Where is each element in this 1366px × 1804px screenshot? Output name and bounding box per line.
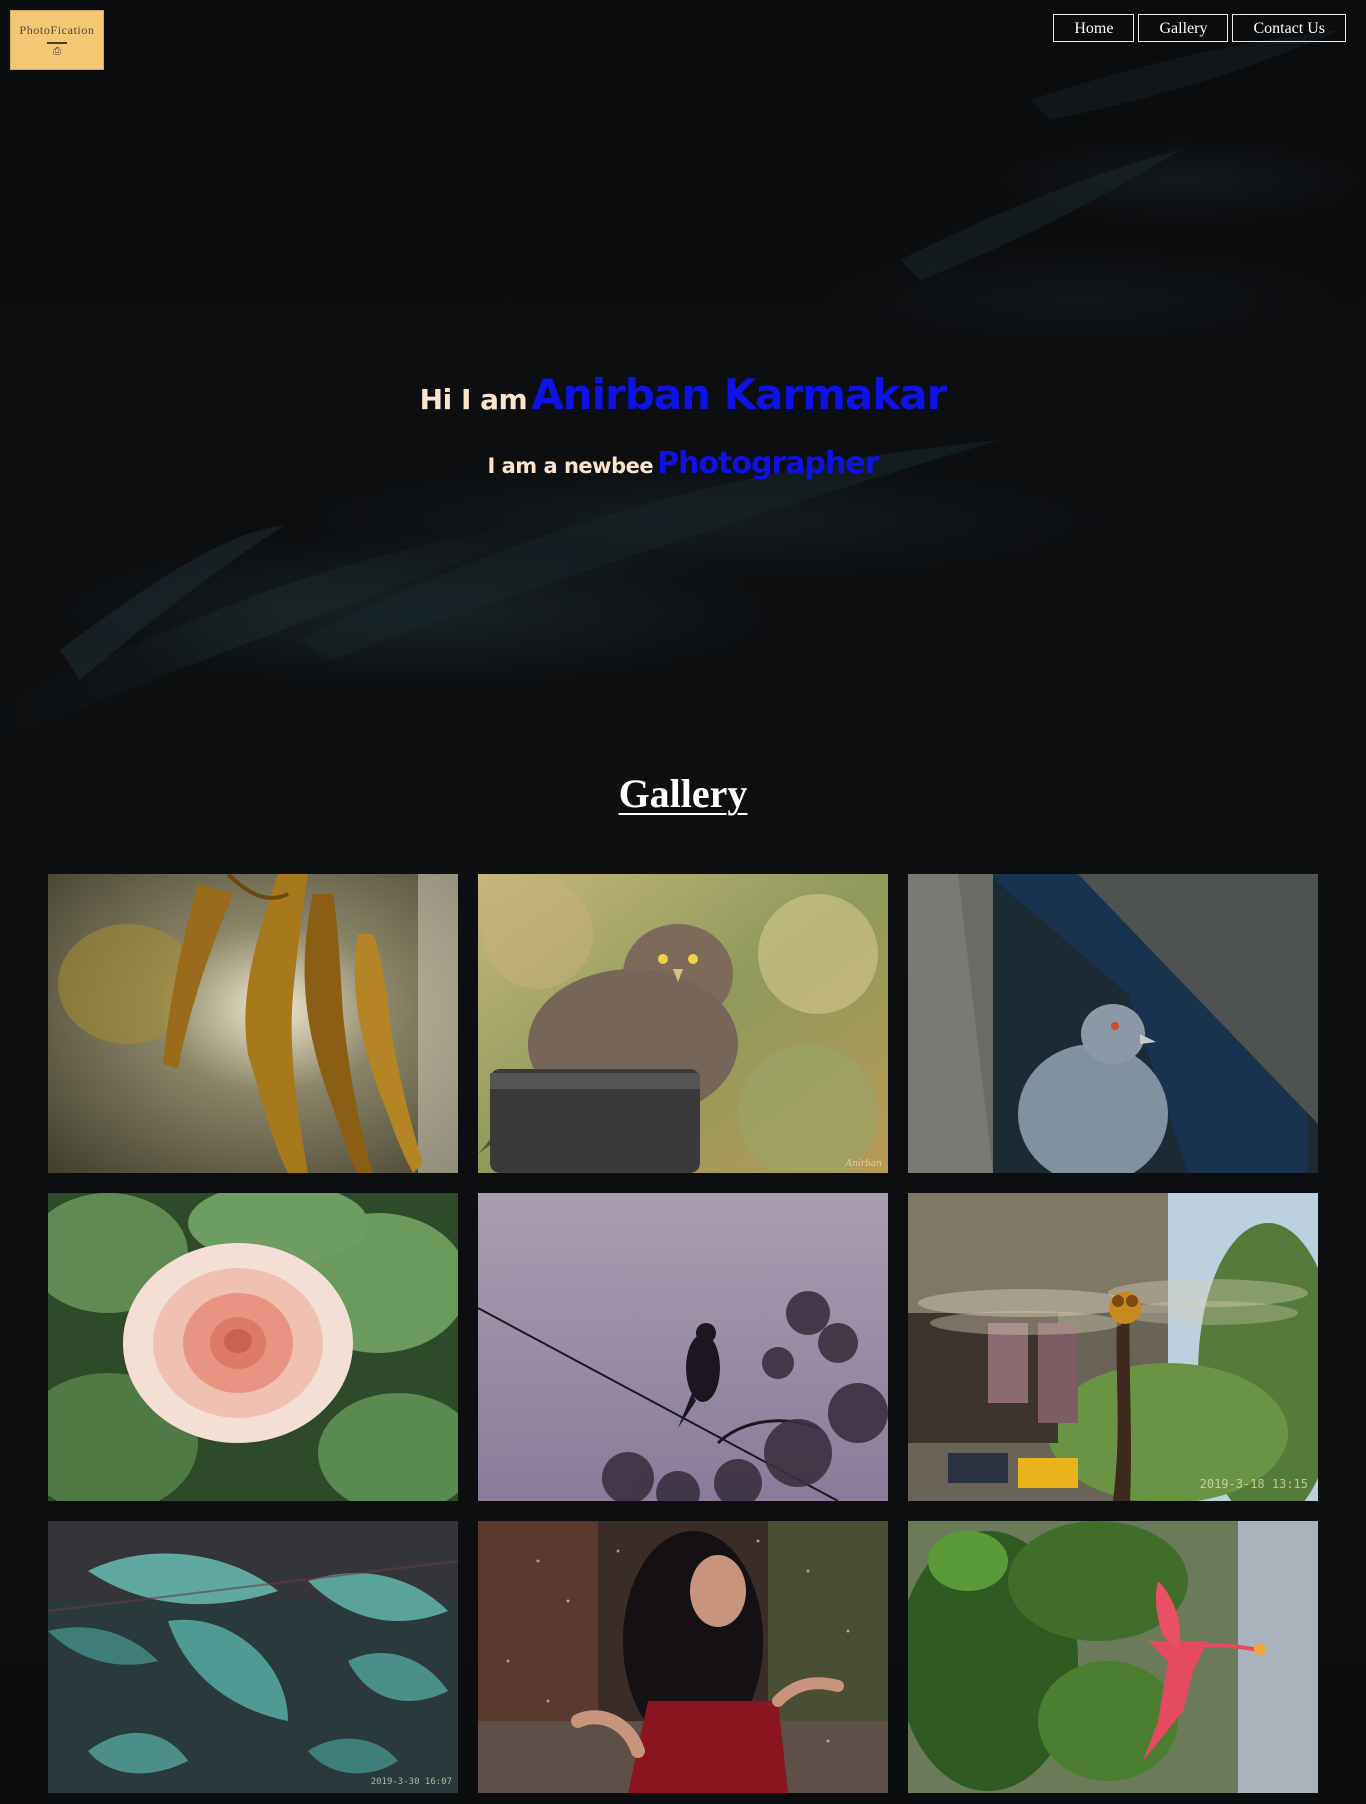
site-logo[interactable]: PhotoFication ⎙: [10, 10, 104, 70]
hero-greeting: Hi I am: [419, 383, 528, 416]
photo-dahlia-flower[interactable]: [48, 1193, 458, 1501]
hero-heading: Hi I am Anirban Karmakar: [0, 370, 1366, 419]
camera-icon: ⎙: [53, 46, 61, 57]
main-nav: Home Gallery Contact Us: [1053, 14, 1346, 42]
photo-dragonfly[interactable]: 2019-3-18 13:15: [908, 1193, 1318, 1501]
nav-gallery-button[interactable]: Gallery: [1138, 14, 1229, 42]
nav-home-button[interactable]: Home: [1053, 14, 1135, 42]
hero-name: Anirban Karmakar: [531, 370, 947, 419]
logo-divider: [47, 42, 67, 44]
photo-bird-on-wire[interactable]: [478, 1193, 888, 1501]
photo-timestamp: 2019-3-18 13:15: [1199, 1477, 1308, 1491]
photo-dry-leaves[interactable]: [48, 874, 458, 1173]
logo-text: PhotoFication: [19, 23, 95, 37]
photo-teal-leaves[interactable]: 2019-3-30 16:07: [48, 1521, 458, 1793]
photo-woman-in-rain[interactable]: [478, 1521, 888, 1793]
hero-subheading: I am a newbee Photographer: [0, 446, 1366, 481]
hero-role: Photographer: [657, 446, 879, 481]
photo-hibiscus[interactable]: [908, 1521, 1318, 1793]
gallery-title: Gallery: [618, 771, 748, 816]
hero-tagline: I am a newbee: [487, 454, 654, 478]
photo-timestamp: 2019-3-30 16:07: [370, 1777, 452, 1787]
photo-babbler-bird[interactable]: Anirban: [478, 874, 888, 1173]
photo-pigeon[interactable]: [908, 874, 1318, 1173]
photo-watermark: Anirban: [845, 1159, 882, 1169]
nav-contact-button[interactable]: Contact Us: [1232, 14, 1346, 42]
